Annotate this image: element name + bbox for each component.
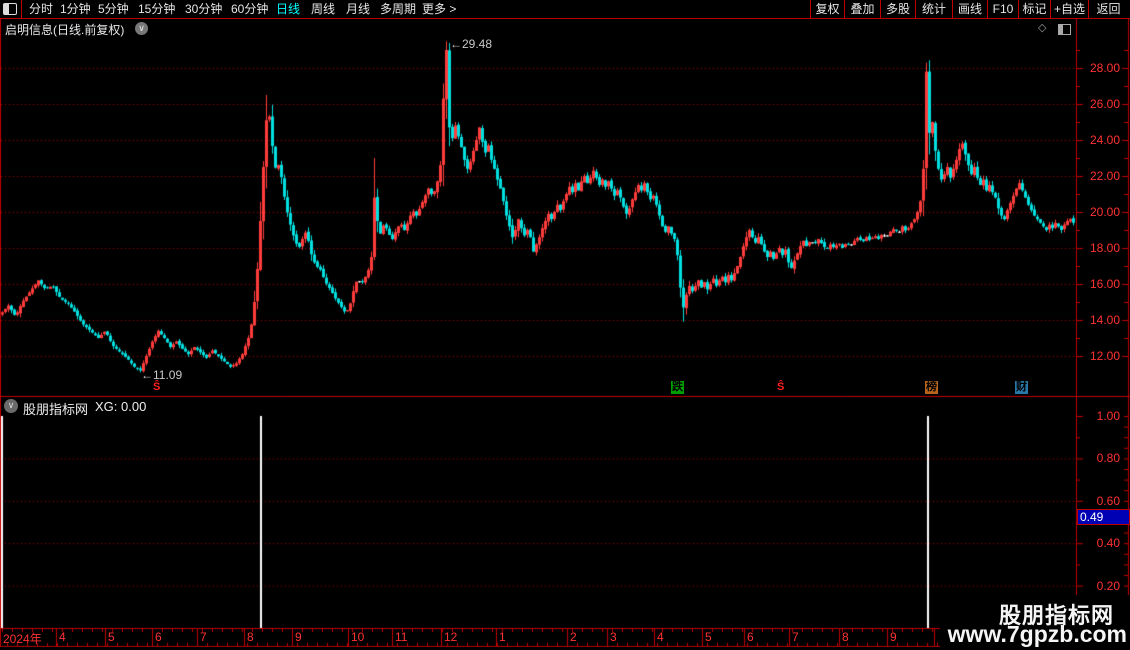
- app-window: 分时 1分钟 5分钟 15分钟 30分钟 60分钟 日线 周线 月线 多周期 更多 > 复权 叠加 多股…: [0, 0, 1130, 650]
- toolbar-button-1[interactable]: 复权: [810, 0, 844, 18]
- toolbar-button-5[interactable]: 画线: [952, 0, 987, 18]
- indicator-name: 股朋指标网: [23, 402, 89, 417]
- sub-y-axis-label: 0.60: [1096, 493, 1120, 508]
- sub-y-axis-label: 1.00: [1096, 409, 1120, 423]
- x-axis-label: 7: [200, 630, 207, 644]
- price-annotation: ←11.09: [141, 368, 183, 382]
- timeframe-item-1[interactable]: 分时: [29, 0, 53, 18]
- y-axis-label: 12.00: [1089, 349, 1120, 363]
- price-annotation: ←29.48: [450, 37, 493, 51]
- x-axis-label: 3: [610, 630, 617, 644]
- x-axis-label: 1: [499, 630, 506, 644]
- y-axis-label: 26.00: [1089, 97, 1120, 111]
- event-marker-drop-news[interactable]: 跌: [671, 381, 684, 394]
- x-axis-label: 6: [155, 630, 162, 644]
- timeframe-item-2[interactable]: 1分钟: [60, 0, 91, 18]
- timeframe-item-7[interactable]: 日线: [276, 0, 300, 18]
- top-toolbar: 分时 1分钟 5分钟 15分钟 30分钟 60分钟 日线 周线 月线 多周期 更多 > 复权 叠加 多股…: [0, 0, 1130, 19]
- stock-title: 启明信息(日线.前复权): [5, 23, 125, 37]
- y-axis-label: 24.00: [1089, 133, 1120, 147]
- x-axis-label: 5: [705, 630, 712, 644]
- x-axis-label: 8: [842, 630, 849, 644]
- toolbar-button-9[interactable]: 返回: [1088, 0, 1128, 18]
- event-marker-signal-marker[interactable]: Ŝ: [776, 381, 785, 394]
- event-marker-finance-news[interactable]: 财: [1015, 381, 1028, 394]
- toolbar-button-2[interactable]: 叠加: [844, 0, 880, 18]
- y-axis-label: 28.00: [1089, 61, 1120, 75]
- timeframe-item-8[interactable]: 周线: [311, 0, 335, 18]
- y-axis-label: 18.00: [1089, 241, 1120, 255]
- x-axis-label: 9: [890, 630, 897, 644]
- chevron-down-circle-icon[interactable]: ∨: [135, 22, 148, 35]
- y-axis-label: 14.00: [1089, 313, 1120, 327]
- title-bar: 启明信息(日线.前复权) ∨ ◇: [1, 19, 1075, 38]
- timeframe-item-11[interactable]: 更多 >: [422, 0, 456, 18]
- toolbar-button-8[interactable]: +自选: [1050, 0, 1088, 18]
- timeframe-item-4[interactable]: 15分钟: [138, 0, 175, 18]
- watermark-site-url: www.7gpzb.com: [947, 621, 1127, 647]
- sub-y-axis-label: 0.80: [1096, 451, 1120, 466]
- toolbar-right-menu: 复权 叠加 多股 统计 画线 F10 标记 +自选 返回: [810, 0, 1128, 18]
- chevron-down-circle-icon[interactable]: ∨: [4, 399, 18, 413]
- x-axis-label: 2024年: [3, 632, 42, 646]
- x-axis-label: 8: [247, 630, 254, 644]
- timeframe-item-3[interactable]: 5分钟: [98, 0, 129, 18]
- timeframe-item-6[interactable]: 60分钟: [231, 0, 268, 18]
- window-split-icon[interactable]: [3, 3, 17, 15]
- watermark: 股朋指标网 www.7gpzb.com: [940, 595, 1130, 650]
- toolbar-button-4[interactable]: 统计: [915, 0, 952, 18]
- toolbar-separator: [21, 0, 22, 18]
- x-axis-label: 6: [747, 630, 754, 644]
- x-axis-label: 2: [570, 630, 577, 644]
- y-axis-label: 16.00: [1089, 277, 1120, 291]
- x-axis-label: 9: [295, 630, 302, 644]
- x-axis-label: 5: [108, 630, 115, 644]
- indicator-value: XG: 0.00: [95, 399, 147, 414]
- toolbar-button-6[interactable]: F10: [987, 0, 1018, 18]
- timeframe-item-9[interactable]: 月线: [346, 0, 370, 18]
- y-axis-label: 22.00: [1089, 169, 1120, 183]
- x-axis-label: 10: [351, 630, 365, 644]
- timeframe-item-5[interactable]: 30分钟: [185, 0, 222, 18]
- x-axis-label: 12: [444, 630, 458, 644]
- timeframe-item-10[interactable]: 多周期: [380, 0, 416, 18]
- event-marker-ranking-news[interactable]: 榜: [925, 381, 938, 394]
- window-icon[interactable]: [1058, 24, 1071, 35]
- y-axis-label: 20.00: [1089, 205, 1120, 219]
- x-axis-label: 7: [792, 630, 799, 644]
- toolbar-button-7[interactable]: 标记: [1018, 0, 1050, 18]
- chart-canvas[interactable]: [0, 0, 1130, 650]
- sub-y-axis-label: 0.40: [1096, 536, 1120, 551]
- diamond-icon[interactable]: ◇: [1038, 21, 1046, 34]
- event-marker-signal-marker[interactable]: Ŝ: [152, 381, 161, 394]
- x-axis-label: 11: [395, 630, 408, 644]
- toolbar-button-3[interactable]: 多股: [880, 0, 915, 18]
- current-value-badge: 0.49: [1077, 509, 1130, 525]
- x-axis-label: 4: [59, 630, 66, 644]
- sub-y-axis-label: 0.20: [1096, 578, 1120, 593]
- x-axis-label: 4: [657, 630, 664, 644]
